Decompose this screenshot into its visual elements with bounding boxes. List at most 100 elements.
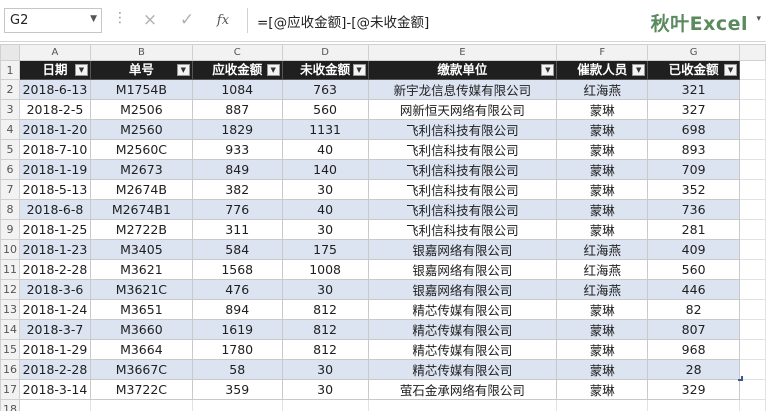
table-cell[interactable]: 2018-3-14 xyxy=(18,379,91,400)
table-cell[interactable]: M3722C xyxy=(89,379,193,400)
filter-dropdown-icon[interactable]: ▼ xyxy=(266,64,280,76)
table-cell[interactable]: 蒙琳 xyxy=(556,359,649,380)
row-number[interactable]: 7 xyxy=(0,179,20,200)
filter-dropdown-icon[interactable]: ▼ xyxy=(176,64,190,76)
table-resize-handle[interactable] xyxy=(738,376,743,381)
row-number[interactable]: 10 xyxy=(0,239,20,260)
cancel-icon[interactable]: × xyxy=(137,8,163,33)
table-cell[interactable]: 银嘉网络有限公司 xyxy=(367,259,558,280)
table-cell[interactable]: 蒙琳 xyxy=(556,159,649,180)
column-letter[interactable]: F xyxy=(556,44,649,61)
filter-dropdown-icon[interactable]: ▼ xyxy=(724,64,738,76)
table-cell[interactable]: 2018-2-28 xyxy=(18,259,91,280)
table-cell[interactable]: 30 xyxy=(281,179,369,200)
empty-cell[interactable] xyxy=(739,299,766,320)
filter-dropdown-icon[interactable]: ▼ xyxy=(541,64,555,76)
header-cell[interactable]: 单号 ▼ xyxy=(89,60,193,80)
table-cell[interactable]: 968 xyxy=(647,339,741,360)
filter-dropdown-icon[interactable]: ▼ xyxy=(74,64,88,76)
table-cell[interactable]: 28 xyxy=(647,359,741,380)
row-number[interactable]: 12 xyxy=(0,279,20,300)
table-cell[interactable]: 2018-1-24 xyxy=(18,299,91,320)
table-cell[interactable]: 409 xyxy=(647,239,741,260)
table-cell[interactable]: M2722B xyxy=(89,219,193,240)
table-cell[interactable]: 812 xyxy=(281,319,369,340)
table-cell[interactable]: 蒙琳 xyxy=(556,199,649,220)
header-cell[interactable]: 缴款单位 ▼ xyxy=(367,60,558,80)
table-cell[interactable]: 飞利信科技有限公司 xyxy=(367,139,558,160)
header-cell[interactable]: 已收金额 ▼ xyxy=(647,60,741,80)
name-box[interactable]: G2 ▼ xyxy=(4,8,102,33)
empty-cell[interactable] xyxy=(739,379,766,400)
table-cell[interactable]: 2018-1-25 xyxy=(18,219,91,240)
table-cell[interactable]: 709 xyxy=(647,159,741,180)
table-cell[interactable]: 蒙琳 xyxy=(556,139,649,160)
table-cell[interactable]: 736 xyxy=(647,199,741,220)
table-cell[interactable]: 140 xyxy=(281,159,369,180)
table-cell[interactable]: 蒙琳 xyxy=(556,179,649,200)
row-number[interactable]: 5 xyxy=(0,139,20,160)
empty-cell[interactable] xyxy=(739,60,766,80)
table-cell[interactable]: 精芯传媒有限公司 xyxy=(367,299,558,320)
table-cell[interactable]: M2674B1 xyxy=(89,199,193,220)
table-cell[interactable]: 蒙琳 xyxy=(556,99,649,120)
table-cell[interactable]: 2018-6-13 xyxy=(18,79,91,100)
row-number[interactable]: 1 xyxy=(0,60,20,80)
table-cell[interactable]: 1619 xyxy=(191,319,283,340)
empty-cell[interactable] xyxy=(281,399,369,411)
column-letter[interactable]: D xyxy=(281,44,369,61)
header-cell[interactable]: 日期 ▼ xyxy=(18,60,91,80)
table-cell[interactable]: 新宇龙信息传媒有限公司 xyxy=(367,79,558,100)
header-cell[interactable]: 催款人员 ▼ xyxy=(556,60,649,80)
table-cell[interactable]: 萤石金承网络有限公司 xyxy=(367,379,558,400)
table-cell[interactable]: M2560 xyxy=(89,119,193,140)
table-cell[interactable]: 蒙琳 xyxy=(556,379,649,400)
empty-cell[interactable] xyxy=(739,399,766,411)
table-cell[interactable]: 560 xyxy=(281,99,369,120)
table-cell[interactable]: 893 xyxy=(647,139,741,160)
empty-cell[interactable] xyxy=(739,259,766,280)
row-number[interactable]: 16 xyxy=(0,359,20,380)
table-cell[interactable]: 蒙琳 xyxy=(556,339,649,360)
table-cell[interactable]: 584 xyxy=(191,239,283,260)
table-cell[interactable]: 329 xyxy=(647,379,741,400)
table-cell[interactable]: 887 xyxy=(191,99,283,120)
empty-cell[interactable] xyxy=(739,99,766,120)
table-cell[interactable]: 807 xyxy=(647,319,741,340)
row-number[interactable]: 18 xyxy=(0,399,20,411)
table-cell[interactable]: 30 xyxy=(281,359,369,380)
table-cell[interactable]: 飞利信科技有限公司 xyxy=(367,219,558,240)
table-cell[interactable]: M3405 xyxy=(89,239,193,260)
empty-cell[interactable] xyxy=(739,319,766,340)
table-cell[interactable]: 飞利信科技有限公司 xyxy=(367,159,558,180)
table-cell[interactable]: 飞利信科技有限公司 xyxy=(367,199,558,220)
table-cell[interactable]: 2018-6-8 xyxy=(18,199,91,220)
table-cell[interactable]: 698 xyxy=(647,119,741,140)
empty-cell[interactable] xyxy=(739,179,766,200)
column-letter[interactable]: A xyxy=(18,44,91,61)
row-number[interactable]: 6 xyxy=(0,159,20,180)
enter-check-icon[interactable]: ✓ xyxy=(174,8,200,33)
table-cell[interactable]: 812 xyxy=(281,299,369,320)
table-cell[interactable]: 2018-7-10 xyxy=(18,139,91,160)
empty-cell[interactable] xyxy=(739,139,766,160)
header-cell[interactable]: 未收金额 ▼ xyxy=(281,60,369,80)
table-cell[interactable]: M3667C xyxy=(89,359,193,380)
header-cell[interactable]: 应收金额 ▼ xyxy=(191,60,283,80)
table-cell[interactable]: 精芯传媒有限公司 xyxy=(367,359,558,380)
table-cell[interactable]: 2018-1-23 xyxy=(18,239,91,260)
empty-cell[interactable] xyxy=(739,79,766,100)
column-letter[interactable]: C xyxy=(191,44,283,61)
table-cell[interactable]: 1780 xyxy=(191,339,283,360)
table-cell[interactable]: 476 xyxy=(191,279,283,300)
empty-cell[interactable] xyxy=(191,399,283,411)
table-cell[interactable]: M2673 xyxy=(89,159,193,180)
filter-dropdown-icon[interactable]: ▼ xyxy=(632,64,646,76)
formula-input[interactable]: =[@应收金额]-[@未收金额] xyxy=(257,11,429,31)
row-number[interactable]: 4 xyxy=(0,119,20,140)
empty-cell[interactable] xyxy=(739,119,766,140)
expand-formula-icon[interactable]: ▾ xyxy=(756,14,761,24)
table-cell[interactable]: M3621 xyxy=(89,259,193,280)
table-cell[interactable]: 776 xyxy=(191,199,283,220)
table-cell[interactable]: 精芯传媒有限公司 xyxy=(367,319,558,340)
